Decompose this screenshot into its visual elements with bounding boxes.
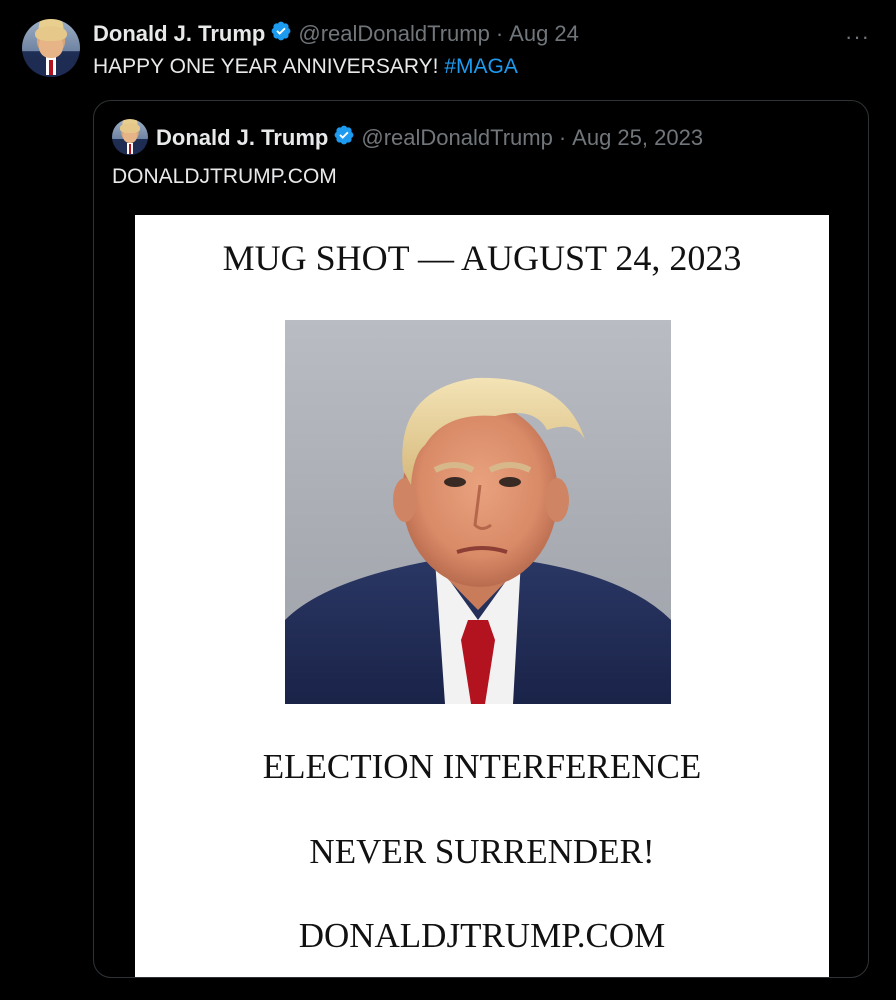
quoted-author-handle: @realDonaldTrump — [361, 125, 553, 150]
quoted-tweet-text: DONALDJTRUMP.COM — [112, 165, 337, 188]
tweet-text-body: HAPPY ONE YEAR ANNIVERSARY! — [93, 55, 445, 78]
meta-separator: · — [558, 125, 567, 150]
quoted-tweet-card[interactable]: Donald J. Trump @realDonaldTrump · Aug 2… — [93, 100, 869, 978]
tweet-header: Donald J. Trump @realDonaldTrump · Aug 2… — [93, 20, 579, 48]
quoted-tweet-image[interactable]: MUG SHOT — AUGUST 24, 2023 ELECTION INTE… — [135, 215, 829, 977]
quoted-tweet-header: Donald J. Trump @realDonaldTrump · Aug 2… — [156, 123, 703, 153]
poster-line-surrender: NEVER SURRENDER! — [309, 832, 655, 871]
tweet-date[interactable]: Aug 24 — [509, 21, 579, 47]
quoted-author-avatar — [112, 119, 148, 155]
poster-line-website: DONALDJTRUMP.COM — [298, 916, 666, 955]
author-handle[interactable]: @realDonaldTrump — [298, 21, 489, 47]
hashtag-link[interactable]: #MAGA — [444, 55, 518, 78]
quoted-author-name: Donald J. Trump — [156, 125, 329, 150]
author-name[interactable]: Donald J. Trump — [93, 21, 265, 47]
meta-separator: · — [495, 21, 504, 46]
mugshot-photo — [285, 320, 671, 704]
quoted-tweet-date: Aug 25, 2023 — [572, 125, 704, 150]
more-options-button[interactable]: ··· — [845, 24, 870, 50]
tweet-text: HAPPY ONE YEAR ANNIVERSARY! #MAGA — [93, 55, 518, 79]
author-avatar[interactable] — [22, 19, 80, 77]
verified-badge-icon — [270, 20, 292, 48]
verified-badge-icon — [333, 124, 355, 152]
poster-title: MUG SHOT — AUGUST 24, 2023 — [222, 238, 742, 278]
poster-line-election: ELECTION INTERFERENCE — [262, 747, 702, 786]
